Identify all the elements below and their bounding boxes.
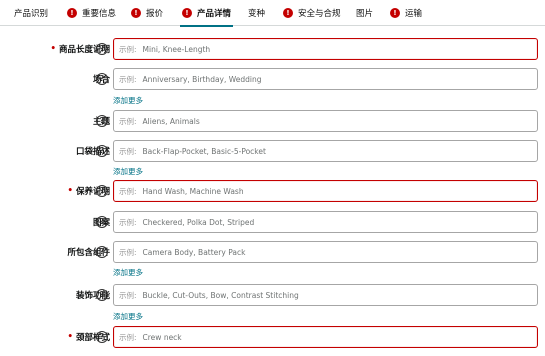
tab-label: 重要信息 [82,9,117,19]
example-prefix: 示例: [119,290,137,300]
alert-icon: ! [283,8,293,18]
example-prefix: 示例: [119,44,137,54]
tab-label: 安全与合规 [298,9,341,19]
example-prefix: 示例: [119,74,137,84]
help-icon[interactable]: ? [96,185,108,197]
placeholder-text: Anniversary, Birthday, Wedding [142,74,262,84]
tab-label: 变种 [248,9,266,19]
placeholder-text: Crew neck [142,332,182,342]
field-row-item-length-description: • 商品长度说明 ? 示例: Mini, Knee-Length [0,38,545,60]
placeholder-text: Checkered, Polka Dot, Striped [142,217,255,227]
help-icon[interactable]: ? [96,331,108,343]
tab-variations[interactable]: 变种 [248,0,265,26]
add-more-link[interactable]: 添加更多 [113,311,143,322]
theme-input[interactable]: 示例: Aliens, Animals [113,110,538,132]
help-icon[interactable]: ? [96,73,108,85]
pocket-description-input[interactable]: 示例: Back-Flap-Pocket, Basic-5-Pocket [113,140,538,162]
alert-icon: ! [67,8,77,18]
field-row-pocket-description: 口袋描述 ? 示例: Back-Flap-Pocket, Basic-5-Poc… [0,140,545,162]
example-prefix: 示例: [119,217,137,227]
add-more-link[interactable]: 添加更多 [113,267,143,278]
tab-product-identity[interactable]: 产品识别 [14,0,48,26]
placeholder-text: Camera Body, Battery Pack [142,247,246,257]
field-row-pattern: 图案 ? 示例: Checkered, Polka Dot, Striped [0,211,545,233]
placeholder-text: Back-Flap-Pocket, Basic-5-Pocket [142,146,266,156]
help-icon[interactable]: ? [96,289,108,301]
field-row-included-components: 所包含组件 ? 示例: Camera Body, Battery Pack [0,241,545,263]
field-row-care-instructions: • 保养说明 ? 示例: Hand Wash, Machine Wash [0,180,545,202]
decoration-features-input[interactable]: 示例: Buckle, Cut-Outs, Bow, Contrast Stit… [113,284,538,306]
placeholder-text: Aliens, Animals [142,116,200,126]
care-instructions-input[interactable]: 示例: Hand Wash, Machine Wash [113,180,538,202]
help-icon[interactable]: ? [96,115,108,127]
field-row-decoration-features: 装饰功能 ? 示例: Buckle, Cut-Outs, Bow, Contra… [0,284,545,306]
example-prefix: 示例: [119,116,137,126]
help-icon[interactable]: ? [96,246,108,258]
help-icon[interactable]: ? [96,145,108,157]
field-row-neck-style: • 颈部样式 ? 示例: Crew neck [0,326,545,348]
tab-label: 产品详情 [197,9,232,19]
required-marker: • [67,332,73,342]
alert-icon: ! [182,8,192,18]
tab-vital-info[interactable]: ! 重要信息 [67,0,116,26]
help-icon[interactable]: ? [96,216,108,228]
tab-shipping[interactable]: ! 运输 [390,0,422,26]
item-length-description-input[interactable]: 示例: Mini, Knee-Length [113,38,538,60]
tab-safety-compliance[interactable]: ! 安全与合规 [283,0,341,26]
example-prefix: 示例: [119,186,137,196]
tab-product-details[interactable]: ! 产品详情 [179,0,234,27]
required-marker: • [67,186,73,196]
tab-label: 图片 [356,9,374,19]
tab-label: 报价 [146,9,164,19]
tab-label: 运输 [405,9,423,19]
occasion-input[interactable]: 示例: Anniversary, Birthday, Wedding [113,68,538,90]
neck-style-input[interactable]: 示例: Crew neck [113,326,538,348]
help-icon[interactable]: ? [96,43,108,55]
tab-offer[interactable]: ! 报价 [131,0,163,26]
add-more-link[interactable]: 添加更多 [113,166,143,177]
example-prefix: 示例: [119,146,137,156]
alert-icon: ! [131,8,141,18]
tab-label: 产品识别 [14,9,49,19]
field-row-occasion: 场合 ? 示例: Anniversary, Birthday, Wedding [0,68,545,90]
tab-bar: 产品识别 ! 重要信息 ! 报价 ! 产品详情 变种 ! 安全与合规 图片 ! … [0,0,545,27]
placeholder-text: Buckle, Cut-Outs, Bow, Contrast Stitchin… [142,290,299,300]
required-marker: • [50,44,56,54]
pattern-input[interactable]: 示例: Checkered, Polka Dot, Striped [113,211,538,233]
add-more-link[interactable]: 添加更多 [113,95,143,106]
tab-images[interactable]: 图片 [356,0,373,26]
example-prefix: 示例: [119,247,137,257]
alert-icon: ! [390,8,400,18]
included-components-input[interactable]: 示例: Camera Body, Battery Pack [113,241,538,263]
placeholder-text: Mini, Knee-Length [142,44,211,54]
placeholder-text: Hand Wash, Machine Wash [142,186,244,196]
field-row-theme: 主题 ? 示例: Aliens, Animals [0,110,545,132]
example-prefix: 示例: [119,332,137,342]
